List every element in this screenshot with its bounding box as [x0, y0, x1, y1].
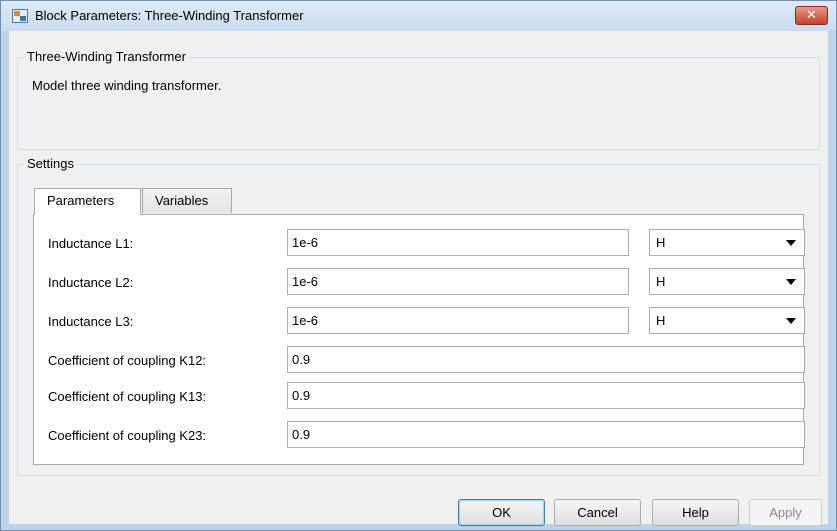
- cancel-button[interactable]: Cancel: [554, 499, 641, 526]
- coupling-k13-input[interactable]: 0.9: [287, 382, 805, 409]
- block-description-group: Three-Winding Transformer Model three wi…: [17, 49, 820, 150]
- coupling-k13-label: Coefficient of coupling K13:: [48, 389, 207, 404]
- inductance-l3-label: Inductance L3:: [48, 314, 134, 329]
- tab-variables[interactable]: Variables: [142, 188, 232, 213]
- coupling-k23-label: Coefficient of coupling K23:: [48, 428, 207, 443]
- inductance-l1-input[interactable]: 1e-6: [287, 229, 629, 256]
- tab-parameters[interactable]: Parameters: [34, 188, 141, 215]
- inductance-l3-unit-value: H: [656, 313, 666, 328]
- dropdown-arrow-icon: [786, 318, 796, 324]
- inductance-l2-input[interactable]: 1e-6: [287, 268, 629, 295]
- inductance-l1-unit-value: H: [656, 235, 666, 250]
- simulink-block-icon: [12, 9, 28, 23]
- settings-heading: Settings: [24, 156, 77, 171]
- inductance-l1-label: Inductance L1:: [48, 236, 134, 251]
- dropdown-arrow-icon: [786, 240, 796, 246]
- dialog-window: Block Parameters: Three-Winding Transfor…: [0, 0, 837, 531]
- ok-button[interactable]: OK: [458, 499, 545, 526]
- coupling-k12-input[interactable]: 0.9: [287, 346, 805, 373]
- window-title: Block Parameters: Three-Winding Transfor…: [35, 8, 304, 23]
- inductance-l2-unit-value: H: [656, 274, 666, 289]
- coupling-k23-input[interactable]: 0.9: [287, 421, 805, 448]
- help-button[interactable]: Help: [652, 499, 739, 526]
- inductance-l3-unit-select[interactable]: H: [649, 307, 805, 334]
- dialog-body: Three-Winding Transformer Model three wi…: [9, 31, 828, 526]
- title-bar[interactable]: Block Parameters: Three-Winding Transfor…: [1, 1, 836, 31]
- inductance-l2-label: Inductance L2:: [48, 275, 134, 290]
- close-button[interactable]: ✕: [795, 6, 828, 25]
- block-heading: Three-Winding Transformer: [24, 49, 189, 64]
- coupling-k12-label: Coefficient of coupling K12:: [48, 353, 207, 368]
- inductance-l3-input[interactable]: 1e-6: [287, 307, 629, 334]
- apply-button[interactable]: Apply: [749, 499, 822, 526]
- inductance-l1-unit-select[interactable]: H: [649, 229, 805, 256]
- inductance-l2-unit-select[interactable]: H: [649, 268, 805, 295]
- dropdown-arrow-icon: [786, 279, 796, 285]
- block-description: Model three winding transformer.: [32, 78, 222, 93]
